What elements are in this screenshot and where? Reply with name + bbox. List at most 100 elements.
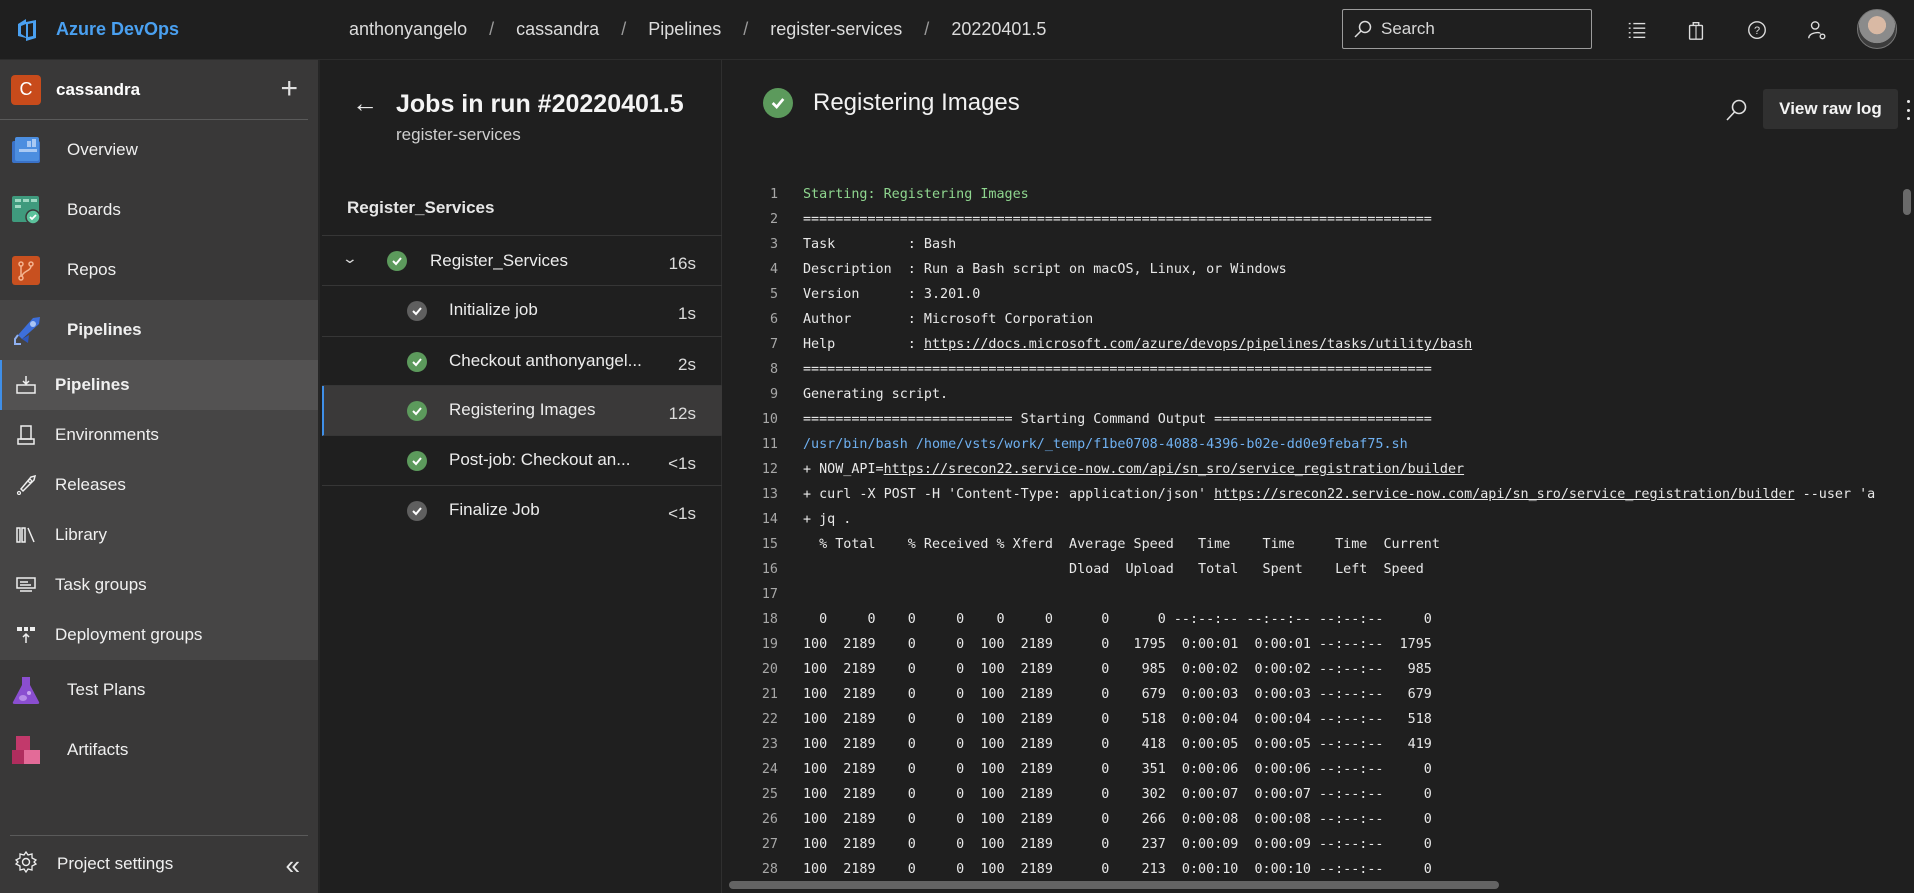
sidebar-subitem-releases[interactable]: Releases (0, 460, 318, 510)
line-number[interactable]: 12 (723, 462, 778, 477)
marketplace-bag-icon[interactable] (1682, 16, 1710, 44)
collapse-sidebar-icon[interactable]: « (286, 850, 300, 881)
log-link[interactable]: https://srecon22.service-now.com/api/sn_… (1214, 487, 1794, 502)
horizontal-scrollbar[interactable] (729, 881, 1499, 889)
line-number[interactable]: 22 (723, 712, 778, 727)
line-prefix: Help : (803, 337, 924, 352)
breadcrumb-pipelines[interactable]: Pipelines (648, 19, 721, 40)
line-number[interactable]: 20 (723, 662, 778, 677)
line-number[interactable]: 1 (723, 187, 778, 202)
line-number[interactable]: 21 (723, 687, 778, 702)
line-text: 100 2189 0 0 100 2189 0 266 0:00:08 0:00… (803, 812, 1432, 827)
view-raw-log-button[interactable]: View raw log (1763, 89, 1898, 129)
log-line: 14 + jq . (723, 507, 1893, 532)
line-number[interactable]: 5 (723, 287, 778, 302)
search-icon (1354, 20, 1372, 38)
line-text: 100 2189 0 0 100 2189 0 302 0:00:07 0:00… (803, 787, 1432, 802)
sidebar-item-test-plans[interactable]: Test Plans (0, 660, 318, 720)
line-number[interactable]: 2 (723, 212, 778, 227)
breadcrumb-project[interactable]: cassandra (516, 19, 599, 40)
more-options-icon[interactable] (1903, 100, 1913, 120)
sidebar-item-repos[interactable]: Repos (0, 240, 318, 300)
line-number[interactable]: 16 (723, 562, 778, 577)
task-groups-icon (16, 575, 36, 595)
sidebar-item-pipelines[interactable]: Pipelines (0, 300, 318, 360)
line-number[interactable]: 13 (723, 487, 778, 502)
line-number[interactable]: 8 (723, 362, 778, 377)
line-text: Generating script. (803, 387, 949, 402)
breadcrumb-pipeline[interactable]: register-services (770, 19, 902, 40)
step-name: Registering Images (449, 400, 596, 419)
sidebar-item-label: Boards (67, 200, 121, 219)
line-number[interactable]: 9 (723, 387, 778, 402)
pipelines-sub-icon (16, 375, 36, 395)
azure-devops-logo[interactable]: Azure DevOps (14, 16, 334, 44)
line-number[interactable]: 7 (723, 337, 778, 352)
log-line: 10 ========================== Starting Co… (723, 407, 1893, 432)
help-icon[interactable]: ? (1743, 16, 1771, 44)
line-number[interactable]: 14 (723, 512, 778, 527)
success-icon (387, 251, 407, 271)
line-number[interactable]: 23 (723, 737, 778, 752)
breadcrumb-run[interactable]: 20220401.5 (951, 19, 1046, 40)
back-arrow-icon[interactable]: ← (352, 88, 378, 145)
line-number[interactable]: 26 (723, 812, 778, 827)
step-row-selected[interactable]: Registering Images 12s (322, 386, 722, 436)
line-text: Description : Run a Bash script on macOS… (803, 262, 1287, 277)
step-row[interactable]: Finalize Job <1s (322, 486, 722, 536)
sidebar-subitem-environments[interactable]: Environments (0, 410, 318, 460)
test-plans-icon (11, 675, 41, 705)
step-row[interactable]: Initialize job 1s (322, 286, 722, 336)
line-number[interactable]: 4 (723, 262, 778, 277)
sidebar-subitem-task-groups[interactable]: Task groups (0, 560, 318, 610)
user-settings-icon[interactable] (1803, 16, 1831, 44)
log-lines: 1 Starting: Registering Images 2 ==========… (723, 182, 1893, 882)
line-number[interactable]: 27 (723, 837, 778, 852)
project-settings-link[interactable]: Project settings « (0, 836, 320, 892)
line-number[interactable]: 28 (723, 862, 778, 877)
add-icon[interactable]: + (280, 74, 298, 104)
line-number[interactable]: 24 (723, 762, 778, 777)
log-link[interactable]: https://docs.microsoft.com/azure/devops/… (924, 337, 1472, 352)
sidebar-item-overview[interactable]: Overview (0, 120, 318, 180)
sidebar-item-label: Overview (67, 140, 138, 159)
vertical-scrollbar[interactable] (1903, 189, 1911, 215)
log-link[interactable]: https://srecon22.service-now.com/api/sn_… (884, 462, 1464, 477)
pipelines-section: Pipelines Pipelines Environments Release… (0, 300, 318, 660)
log-line: 1 Starting: Registering Images (723, 182, 1893, 207)
step-row[interactable]: Post-job: Checkout an... <1s (322, 436, 722, 486)
job-row[interactable]: ⌄ Register_Services 16s (322, 236, 722, 286)
success-icon (763, 88, 793, 118)
line-text: 100 2189 0 0 100 2189 0 418 0:00:05 0:00… (803, 737, 1432, 752)
sidebar-subitem-library[interactable]: Library (0, 510, 318, 560)
breadcrumb-separator: / (743, 19, 749, 39)
line-text: % Total % Received % Xferd Average Speed… (803, 537, 1440, 552)
step-row[interactable]: Checkout anthonyangel... 2s (322, 336, 722, 386)
line-number[interactable]: 10 (723, 412, 778, 427)
line-prefix: + curl -X POST -H 'Content-Type: applica… (803, 487, 1215, 502)
project-header[interactable]: C cassandra + (0, 60, 308, 120)
step-name: Initialize job (449, 300, 538, 319)
sidebar-subitem-deployment-groups[interactable]: Deployment groups (0, 610, 318, 660)
sidebar-subitem-pipelines[interactable]: Pipelines (0, 360, 318, 410)
line-number[interactable]: 19 (723, 637, 778, 652)
line-number[interactable]: 25 (723, 787, 778, 802)
pipelines-icon (11, 315, 41, 345)
line-number[interactable]: 15 (723, 537, 778, 552)
log-search-icon[interactable] (1725, 98, 1749, 122)
log-line: 6 Author : Microsoft Corporation (723, 307, 1893, 332)
line-number[interactable]: 17 (723, 587, 778, 602)
task-list-icon[interactable] (1623, 16, 1651, 44)
sidebar-item-artifacts[interactable]: Artifacts (0, 720, 318, 780)
search-input[interactable]: Search (1342, 9, 1592, 49)
breadcrumb-org[interactable]: anthonyangelo (349, 19, 467, 40)
chevron-down-icon[interactable]: ⌄ (342, 250, 358, 267)
user-avatar[interactable] (1857, 9, 1897, 49)
sidebar-item-boards[interactable]: Boards (0, 180, 318, 240)
line-number[interactable]: 3 (723, 237, 778, 252)
line-number[interactable]: 6 (723, 312, 778, 327)
line-number[interactable]: 18 (723, 612, 778, 627)
log-line: 26 100 2189 0 0 100 2189 0 266 0:00:08 0:… (723, 807, 1893, 832)
line-number[interactable]: 11 (723, 437, 778, 452)
success-icon (407, 401, 427, 421)
